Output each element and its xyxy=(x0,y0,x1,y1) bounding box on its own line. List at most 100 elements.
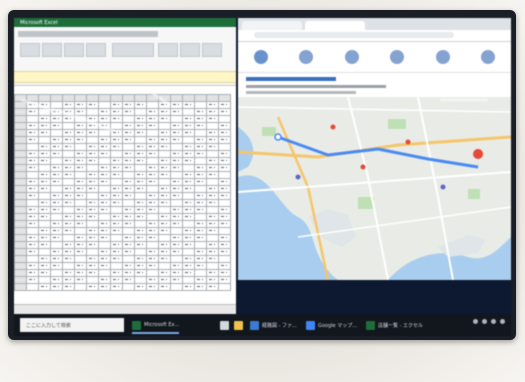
cell[interactable] xyxy=(206,157,219,165)
cell[interactable] xyxy=(14,255,27,263)
cell[interactable] xyxy=(62,164,75,172)
cell[interactable] xyxy=(14,192,27,200)
cell[interactable] xyxy=(50,206,63,214)
cell[interactable] xyxy=(158,150,171,158)
cell[interactable] xyxy=(26,283,39,291)
cell[interactable] xyxy=(194,108,207,116)
cell[interactable] xyxy=(170,213,183,221)
cell[interactable] xyxy=(218,269,231,277)
ribbon-button[interactable] xyxy=(112,43,154,57)
cell[interactable] xyxy=(110,171,123,179)
cell[interactable] xyxy=(14,248,27,256)
car-icon[interactable] xyxy=(299,50,314,64)
table-row[interactable] xyxy=(14,199,231,207)
cell[interactable] xyxy=(170,129,183,137)
cell[interactable] xyxy=(194,115,207,123)
cell[interactable] xyxy=(86,185,99,193)
cell[interactable] xyxy=(14,150,27,158)
cell[interactable] xyxy=(98,199,111,207)
table-row[interactable] xyxy=(14,227,231,235)
spreadsheet-grid[interactable] xyxy=(14,94,236,304)
cell[interactable] xyxy=(14,241,27,249)
cell[interactable] xyxy=(206,115,219,123)
cell[interactable] xyxy=(146,220,159,228)
ribbon-button[interactable] xyxy=(158,43,178,57)
cell[interactable] xyxy=(182,220,195,228)
cell[interactable] xyxy=(74,192,87,200)
cell[interactable] xyxy=(134,206,147,214)
cell[interactable] xyxy=(182,241,195,249)
poi-icon[interactable] xyxy=(360,164,366,170)
cell[interactable] xyxy=(134,157,147,165)
browser-tab-active[interactable] xyxy=(305,21,365,30)
cell[interactable] xyxy=(62,262,75,270)
cell[interactable] xyxy=(122,122,135,130)
cell[interactable] xyxy=(206,122,219,130)
cell[interactable] xyxy=(158,220,171,228)
cell[interactable] xyxy=(158,206,171,214)
cell[interactable] xyxy=(26,115,39,123)
cell[interactable] xyxy=(170,157,183,165)
cell[interactable] xyxy=(110,185,123,193)
cell[interactable] xyxy=(110,255,123,263)
cell[interactable] xyxy=(182,213,195,221)
cell[interactable] xyxy=(158,178,171,186)
cell[interactable] xyxy=(122,255,135,263)
cell[interactable] xyxy=(206,262,219,270)
taskbar-app[interactable]: Microsoft Ex... xyxy=(132,318,180,334)
cell[interactable] xyxy=(14,101,27,109)
cell[interactable] xyxy=(134,164,147,172)
cell[interactable] xyxy=(158,122,171,130)
cell[interactable] xyxy=(158,164,171,172)
cell[interactable] xyxy=(218,192,231,200)
cell[interactable] xyxy=(110,115,123,123)
cell[interactable] xyxy=(86,108,99,116)
cell[interactable] xyxy=(182,262,195,270)
cell[interactable] xyxy=(194,129,207,137)
cell[interactable] xyxy=(26,122,39,130)
cell[interactable] xyxy=(38,248,51,256)
cell[interactable] xyxy=(158,115,171,123)
cell[interactable] xyxy=(182,185,195,193)
cell[interactable] xyxy=(206,143,219,151)
cell[interactable] xyxy=(170,206,183,214)
cell[interactable] xyxy=(218,262,231,270)
table-row[interactable] xyxy=(14,115,231,123)
cell[interactable] xyxy=(218,283,231,291)
cell[interactable] xyxy=(170,108,183,116)
cell[interactable] xyxy=(74,143,87,151)
cell[interactable] xyxy=(134,122,147,130)
cell[interactable] xyxy=(62,192,75,200)
cell[interactable] xyxy=(86,234,99,242)
table-row[interactable] xyxy=(14,122,231,130)
cell[interactable] xyxy=(50,150,63,158)
cell[interactable] xyxy=(170,234,183,242)
cell[interactable] xyxy=(14,108,27,116)
cell[interactable] xyxy=(98,192,111,200)
cell[interactable] xyxy=(206,269,219,277)
cell[interactable] xyxy=(122,94,135,102)
taskbar-app[interactable]: 経路図 - ファ... xyxy=(250,318,297,332)
cell[interactable] xyxy=(26,248,39,256)
cell[interactable] xyxy=(218,206,231,214)
taskbar-app[interactable]: 店舗一覧 - エクセル xyxy=(366,318,423,332)
cell[interactable] xyxy=(122,164,135,172)
cell[interactable] xyxy=(146,108,159,116)
cell[interactable] xyxy=(38,234,51,242)
cell[interactable] xyxy=(14,164,27,172)
cell[interactable] xyxy=(38,136,51,144)
taskbar-app[interactable] xyxy=(220,318,229,332)
cell[interactable] xyxy=(86,157,99,165)
cell[interactable] xyxy=(98,101,111,109)
cell[interactable] xyxy=(134,269,147,277)
cell[interactable] xyxy=(26,276,39,284)
cell[interactable] xyxy=(86,269,99,277)
cell[interactable] xyxy=(110,178,123,186)
cell[interactable] xyxy=(182,276,195,284)
cell[interactable] xyxy=(170,248,183,256)
cell[interactable] xyxy=(38,185,51,193)
cell[interactable] xyxy=(170,199,183,207)
cell[interactable] xyxy=(14,206,27,214)
cell[interactable] xyxy=(98,171,111,179)
cell[interactable] xyxy=(218,150,231,158)
